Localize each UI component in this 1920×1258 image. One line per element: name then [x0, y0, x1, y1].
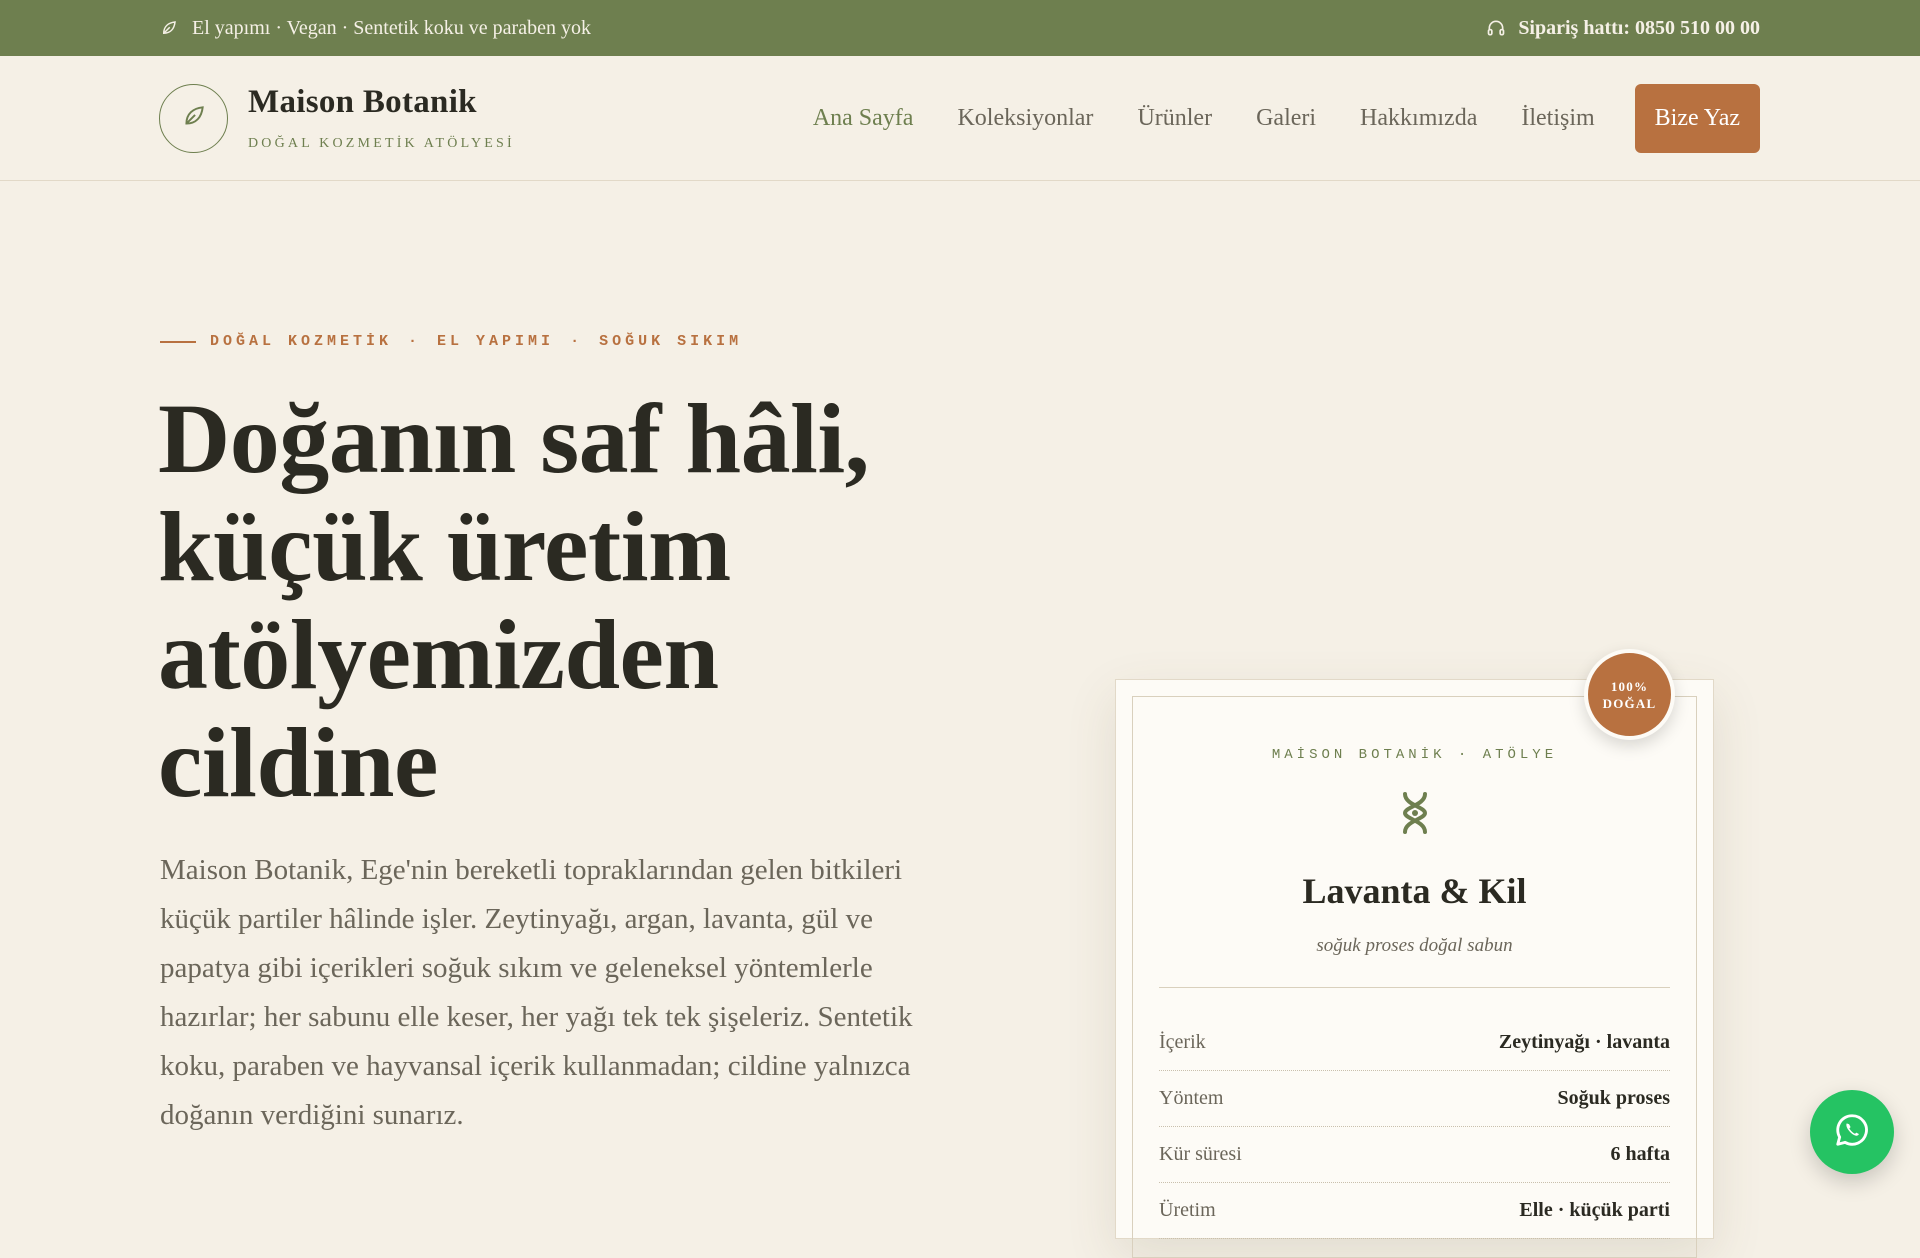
whatsapp-chat-button[interactable]	[1810, 1090, 1894, 1174]
spec-label: Kür süresi	[1159, 1143, 1242, 1165]
announcement-tagline: El yapımı · Vegan · Sentetik koku ve par…	[160, 0, 591, 56]
brand-name[interactable]: Maison Botanik	[248, 84, 477, 121]
spec-row: Üretim Elle · küçük parti	[1159, 1183, 1670, 1239]
eyebrow-separator: ·	[408, 333, 422, 350]
announcement-text: El yapımı · Vegan · Sentetik koku ve par…	[192, 16, 591, 39]
leaf-icon	[160, 19, 178, 37]
nav-item-hakkimizda[interactable]: Hakkımızda	[1360, 105, 1477, 132]
spec-value: 6 hafta	[1610, 1143, 1670, 1165]
eyebrow-item: SOĞUK SIKIM	[599, 333, 743, 350]
hero-description: Maison Botanik, Ege'nin bereketli toprak…	[160, 854, 913, 1131]
divider	[1159, 987, 1670, 988]
spec-label: İçerik	[1159, 1031, 1206, 1053]
site-header: Maison Botanik DOĞAL KOZMETİK ATÖLYESİ A…	[0, 56, 1920, 181]
botanical-knot-icon	[1397, 791, 1433, 840]
product-card-brand: MAİSON BOTANİK · ATÖLYE	[1271, 747, 1558, 763]
spec-row: Kür süresi 6 hafta	[1159, 1127, 1670, 1183]
natural-badge: 100% DOĞAL	[1584, 649, 1675, 740]
spec-value: Zeytinyağı · lavanta	[1498, 1031, 1670, 1053]
hotline-text[interactable]: Sipariş hattı: 0850 510 00 00	[1518, 17, 1760, 40]
product-card[interactable]: MAİSON BOTANİK · ATÖLYE Lavanta & Kil so…	[1115, 679, 1714, 1258]
eyebrow-separator: ·	[570, 333, 584, 350]
nav-item-urunler[interactable]: Ürünler	[1137, 105, 1212, 132]
product-card-frame: MAİSON BOTANİK · ATÖLYE Lavanta & Kil so…	[1132, 696, 1697, 1258]
leaf-icon	[181, 103, 207, 134]
headset-icon	[1486, 18, 1506, 38]
eyebrow-line	[160, 340, 196, 343]
eyebrow-item: EL YAPIMI	[437, 333, 555, 350]
brand-tagline: DOĞAL KOZMETİK ATÖLYESİ	[248, 136, 515, 151]
contact-cta-button[interactable]: Bize Yaz	[1634, 84, 1760, 153]
product-spec-list: İçerik Zeytinyağı · lavanta Yöntem Soğuk…	[1159, 1015, 1670, 1239]
nav-item-galeri[interactable]: Galeri	[1256, 105, 1316, 132]
badge-percent: 100%	[1610, 678, 1649, 694]
spec-row: Yöntem Soğuk proses	[1159, 1071, 1670, 1127]
announcement-bar: El yapımı · Vegan · Sentetik koku ve par…	[0, 0, 1920, 56]
badge-label: DOĞAL	[1602, 695, 1657, 711]
main-nav: Ana Sayfa Koleksiyonlar Ürünler Galeri H…	[813, 84, 1760, 153]
whatsapp-icon	[1833, 1111, 1871, 1154]
nav-item-iletisim[interactable]: İletişim	[1521, 105, 1594, 132]
spec-value: Soğuk proses	[1557, 1087, 1670, 1109]
nav-item-koleksiyonlar[interactable]: Koleksiyonlar	[957, 105, 1093, 132]
hero-title: Doğanın saf hâli, küçük üretim atölyemiz…	[158, 383, 870, 818]
eyebrow-item: DOĞAL KOZMETİK	[210, 333, 393, 350]
logo-mark[interactable]	[159, 84, 228, 153]
product-subtitle: soğuk proses doğal sabun	[1316, 935, 1513, 956]
spec-label: Yöntem	[1159, 1087, 1224, 1109]
spec-label: Üretim	[1159, 1199, 1216, 1221]
product-title: Lavanta & Kil	[1302, 871, 1527, 911]
order-hotline[interactable]: Sipariş hattı: 0850 510 00 00	[1486, 0, 1760, 56]
spec-value: Elle · küçük parti	[1519, 1199, 1670, 1221]
hero-eyebrow: DOĞAL KOZMETİK · EL YAPIMI · SOĞUK SIKIM	[160, 333, 742, 350]
spec-row: İçerik Zeytinyağı · lavanta	[1159, 1015, 1670, 1071]
nav-item-ana-sayfa[interactable]: Ana Sayfa	[813, 105, 914, 132]
